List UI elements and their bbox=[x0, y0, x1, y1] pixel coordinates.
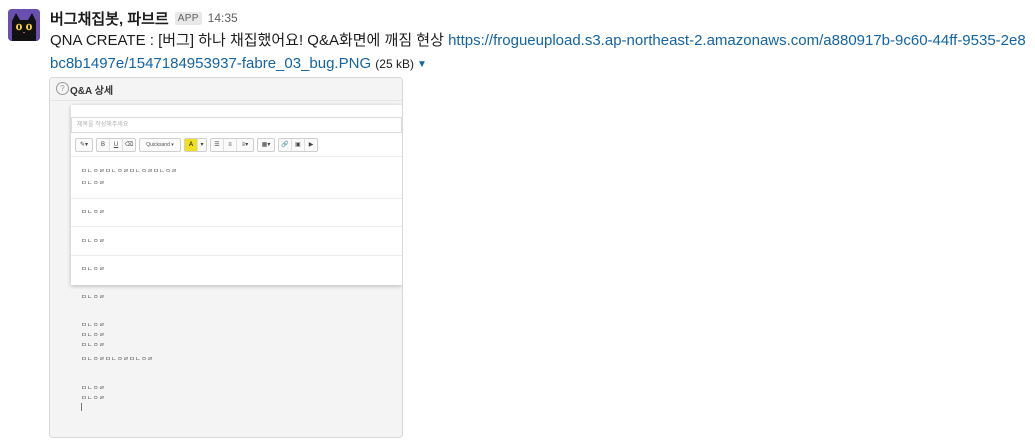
divider bbox=[71, 255, 402, 256]
bold-icon: B bbox=[97, 139, 110, 151]
eraser-icon: ⌫ bbox=[124, 142, 134, 148]
divider bbox=[71, 198, 402, 199]
overflow-line: ㅁㄴㅇㄹㅁㄴㅇㄹㅁㄴㅇㄹ bbox=[81, 356, 154, 363]
preview-title: Q&A 상세 bbox=[70, 86, 114, 97]
text-color-icon: A bbox=[185, 139, 198, 151]
overflow-line: ㅁㄴㅇㄹ bbox=[81, 332, 106, 339]
image-icon: ▣ bbox=[292, 139, 305, 151]
message-header: 버그채집봇, 파브르 APP 14:35 bbox=[50, 8, 238, 28]
overflow-line: ㅁㄴㅇㄹ bbox=[81, 342, 106, 349]
preview-editor-card: 제목을 작성해주세요 ✎▾ B U ⌫ Quicksand ▾ A ▾ ☰ ≡ … bbox=[71, 105, 402, 285]
overflow-line: ㅁㄴㅇㄹ bbox=[81, 322, 106, 329]
overflow-line: ㅁㄴㅇㄹ bbox=[81, 385, 106, 392]
divider bbox=[71, 226, 402, 227]
numbered-list-icon: ≡ bbox=[224, 139, 237, 151]
align-icon: ≡▾ bbox=[241, 142, 249, 148]
text-cursor bbox=[81, 403, 82, 411]
bullet-list-icon: ☰ bbox=[211, 139, 224, 151]
content-line: ㅁㄴㅇㄹ bbox=[81, 180, 106, 187]
overflow-line: ㅁㄴㅇㄹ bbox=[81, 294, 106, 301]
message-text: QNA CREATE : [버그] 하나 채집했어요! Q&A화면에 깨짐 현상 bbox=[50, 32, 444, 49]
message-timestamp[interactable]: 14:35 bbox=[208, 11, 238, 25]
underline-icon: U bbox=[110, 139, 123, 151]
color-caret-icon: ▾ bbox=[200, 142, 204, 148]
black-cat-icon bbox=[8, 9, 40, 41]
content-line: ㅁㄴㅇㄹ bbox=[81, 266, 106, 273]
help-icon: ? bbox=[56, 82, 69, 95]
bot-avatar[interactable] bbox=[8, 9, 40, 41]
content-line: ㅁㄴㅇㄹ bbox=[81, 209, 106, 216]
content-line: ㅁㄴㅇㄹㅁㄴㅇㄹㅁㄴㅇㄹㅁㄴㅇㄹ bbox=[81, 168, 178, 175]
preview-toolbar: ✎▾ B U ⌫ Quicksand ▾ A ▾ ☰ ≡ ≡▾ ▦▾ 🔗 ▣ ▶ bbox=[75, 138, 318, 152]
pen-icon: ✎▾ bbox=[79, 142, 89, 148]
message-body: QNA CREATE : [버그] 하나 채집했어요! Q&A화면에 깨짐 현상… bbox=[50, 29, 1030, 76]
preview-title-placeholder: 제목을 작성해주세요 bbox=[71, 117, 402, 133]
divider bbox=[71, 156, 402, 157]
expand-caret-icon[interactable]: ▼ bbox=[417, 53, 427, 76]
preview-header: ? Q&A 상세 bbox=[50, 78, 402, 101]
content-line: ㅁㄴㅇㄹ bbox=[81, 238, 106, 245]
video-icon: ▶ bbox=[308, 142, 314, 148]
table-icon: ▦▾ bbox=[261, 142, 271, 148]
overflow-line: ㅁㄴㅇㄹ bbox=[81, 395, 106, 402]
sender-name[interactable]: 버그채집봇, 파브르 bbox=[50, 8, 169, 29]
app-badge: APP bbox=[174, 11, 202, 25]
file-size: (25 kB) bbox=[375, 57, 414, 71]
link-icon: 🔗 bbox=[279, 139, 292, 151]
image-preview[interactable]: ? Q&A 상세 제목을 작성해주세요 ✎▾ B U ⌫ Quicksand ▾… bbox=[49, 77, 403, 438]
font-select: Quicksand ▾ bbox=[146, 142, 174, 148]
